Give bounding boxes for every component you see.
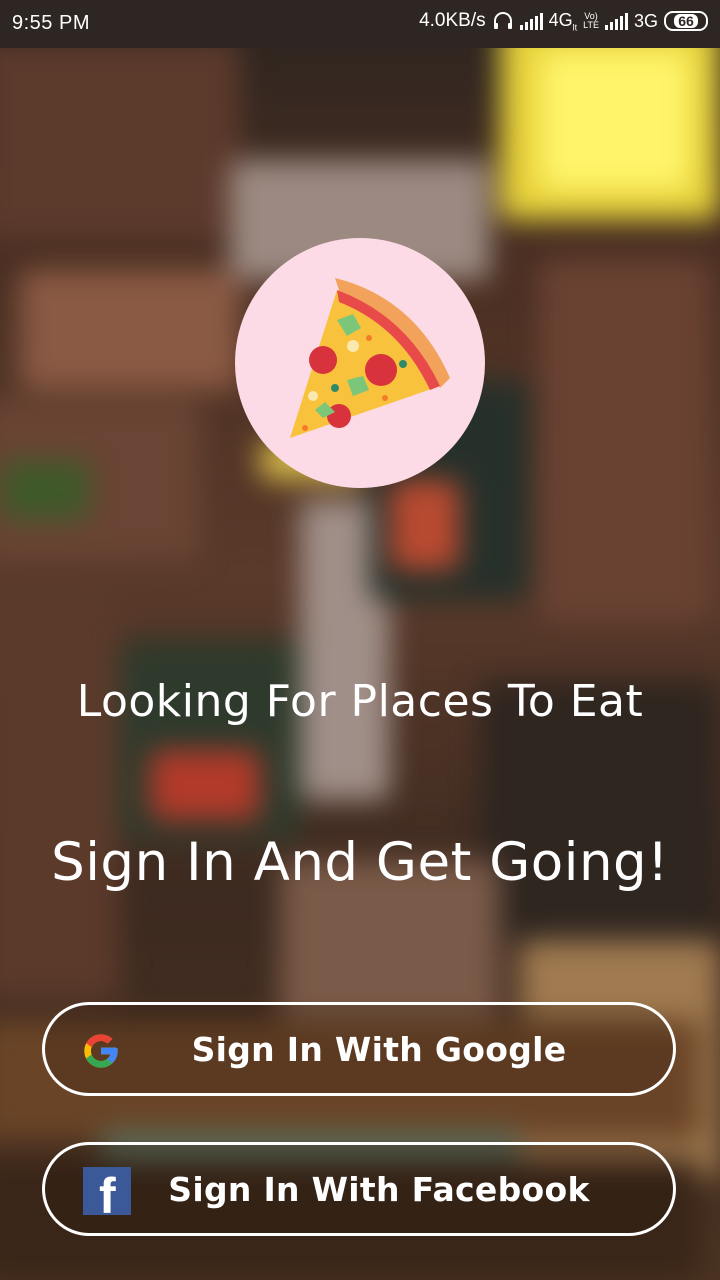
headline: Sign In And Get Going! — [51, 832, 669, 893]
status-time: 9:55 PM — [12, 12, 90, 34]
status-bar: 9:55 PM 4.0KB/s 4Glt Vo) LTE 3G 66 — [0, 0, 720, 48]
network-type-1: 4Glt — [548, 10, 578, 33]
volte-icon: Vo) LTE — [583, 11, 599, 31]
net-speed: 4.0KB/s — [419, 10, 486, 32]
facebook-button-label: Sign In With Facebook — [168, 1169, 590, 1209]
battery-icon: 66 — [664, 11, 708, 32]
headphone-icon — [493, 12, 512, 30]
app-logo — [235, 238, 485, 488]
google-button-label: Sign In With Google — [191, 1029, 567, 1069]
signal-icon — [604, 12, 628, 31]
network-type-2: 3G — [633, 10, 658, 31]
status-indicators: 4.0KB/s 4Glt Vo) LTE 3G 66 — [419, 10, 708, 33]
tagline: Looking For Places To Eat — [76, 676, 644, 727]
facebook-sign-in-button[interactable]: f Sign In With Facebook — [42, 1142, 676, 1236]
google-sign-in-button[interactable]: Sign In With Google — [42, 1002, 676, 1096]
pizza-slice-icon — [290, 278, 450, 438]
signal-icon — [519, 12, 543, 31]
